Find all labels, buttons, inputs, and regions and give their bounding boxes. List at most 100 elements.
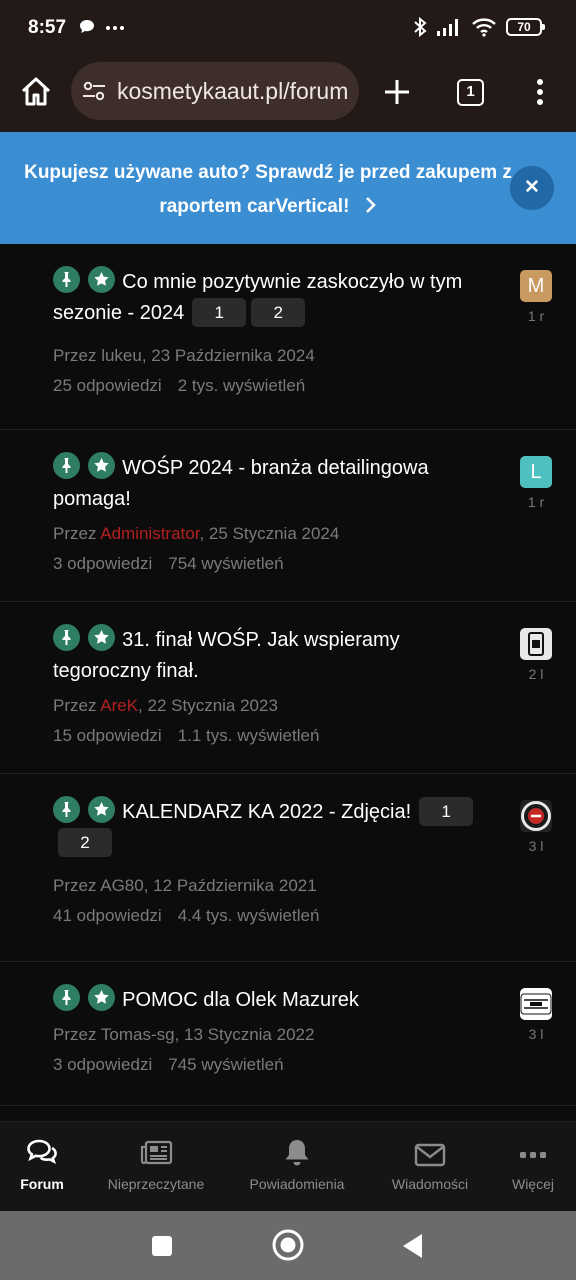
- page-link[interactable]: 2: [251, 298, 306, 327]
- nav-label: Wiadomości: [391, 1176, 469, 1192]
- wifi-icon: [472, 18, 496, 37]
- browser-toolbar: kosmetykaaut.pl/forum 1: [0, 58, 576, 132]
- chat-bubbles-icon: [26, 1138, 58, 1171]
- thread-author[interactable]: AG80: [100, 876, 143, 895]
- back-icon[interactable]: [400, 1232, 424, 1260]
- reply-count: 41 odpowiedzi: [53, 906, 162, 925]
- status-time: 8:57: [28, 17, 67, 38]
- page-link[interactable]: 1: [419, 797, 474, 826]
- last-poster-avatar[interactable]: L: [520, 456, 552, 488]
- thread-stats: 3 odpowiedzi 754 wyświetleń: [53, 549, 486, 579]
- bluetooth-icon: [414, 16, 427, 38]
- home-circle-icon[interactable]: [271, 1228, 305, 1262]
- thread-meta: Przez Tomas-sg, 13 Stycznia 2022: [53, 1025, 315, 1044]
- view-count: 745 wyświetleń: [168, 1055, 284, 1074]
- thread-title-line: POMOC dla Olek Mazurek: [53, 984, 486, 1016]
- browser-menu-icon[interactable]: [528, 76, 552, 108]
- pin-icon: [53, 452, 80, 479]
- reply-count: 15 odpowiedzi: [53, 726, 162, 745]
- nav-nieprzeczytane[interactable]: Nieprzeczytane: [94, 1122, 218, 1212]
- thread-meta: Przez AG80, 12 Października 2021: [53, 876, 317, 895]
- page-link[interactable]: 1: [192, 298, 247, 327]
- thread-title-line: WOŚP 2024 - branża detailingowa pomaga!: [53, 452, 486, 515]
- last-post-age: 2 l: [528, 666, 544, 682]
- star-icon: [87, 624, 115, 651]
- view-count: 1.1 tys. wyświetleń: [177, 726, 320, 745]
- star-icon: [87, 452, 115, 479]
- last-post-age: 1 r: [527, 308, 545, 324]
- thread-stats: 25 odpowiedzi 2 tys. wyświetleń: [53, 371, 486, 401]
- nav-forum[interactable]: Forum: [0, 1122, 84, 1212]
- thread-body: 31. finał WOŚP. Jak wspieramy tegoroczny…: [53, 624, 486, 751]
- more-dots-icon: [518, 1148, 548, 1166]
- promo-banner[interactable]: Kupujesz używane auto? Sprawdź je przed …: [0, 132, 576, 244]
- thread-title[interactable]: POMOC dla Olek Mazurek: [122, 989, 359, 1011]
- page-link[interactable]: 2: [58, 828, 112, 857]
- reply-count: 25 odpowiedzi: [53, 376, 162, 395]
- tab-switcher-button[interactable]: 1: [457, 79, 484, 106]
- nav-label: Nieprzeczytane: [107, 1176, 205, 1192]
- view-count: 2 tys. wyświetleń: [177, 376, 306, 395]
- pin-icon: [53, 266, 80, 293]
- pin-icon: [53, 984, 80, 1011]
- star-icon: [87, 984, 115, 1011]
- envelope-icon: [414, 1142, 446, 1173]
- star-icon: [87, 796, 115, 823]
- thread-body: KALENDARZ KA 2022 - Zdjęcia! 1 2 Przez AG8…: [53, 796, 486, 931]
- thread-row[interactable]: 31. finał WOŚP. Jak wspieramy tegoroczny…: [0, 602, 576, 774]
- more-dots-icon: [106, 26, 125, 30]
- recents-icon[interactable]: [150, 1234, 174, 1258]
- status-bar: 8:57 70: [0, 0, 576, 58]
- last-post-age: 3 l: [528, 838, 544, 854]
- nav-label: Więcej: [511, 1176, 554, 1192]
- thread-row[interactable]: Co mnie pozytywnie zaskoczyło w tym sezo…: [0, 244, 576, 430]
- last-poster-avatar[interactable]: [520, 800, 552, 832]
- system-navigation-bar: [0, 1211, 576, 1280]
- thread-body: Co mnie pozytywnie zaskoczyło w tym sezo…: [53, 266, 486, 401]
- battery-indicator: 70: [506, 18, 545, 36]
- bottom-navigation: Forum Nieprzeczytane Powiadomienia Wiado…: [0, 1121, 576, 1211]
- thread-title-line: Co mnie pozytywnie zaskoczyło w tym sezo…: [53, 266, 486, 329]
- last-poster-avatar[interactable]: [520, 988, 552, 1020]
- thread-title-line: 31. finał WOŚP. Jak wspieramy tegoroczny…: [53, 624, 486, 687]
- promo-banner-text[interactable]: Kupujesz używane auto? Sprawdź je przed …: [18, 156, 518, 224]
- view-count: 4.4 tys. wyświetleń: [177, 906, 320, 925]
- thread-author[interactable]: Tomas-sg: [101, 1025, 175, 1044]
- thread-author[interactable]: Administrator: [100, 524, 199, 543]
- thread-stats: 3 odpowiedzi 745 wyświetleń: [53, 1050, 486, 1080]
- reply-count: 3 odpowiedzi: [53, 554, 153, 573]
- thread-body: POMOC dla Olek Mazurek Przez Tomas-sg, 1…: [53, 984, 486, 1080]
- nav-label: Forum: [20, 1176, 64, 1192]
- new-tab-icon[interactable]: [381, 76, 413, 108]
- last-post-age: 3 l: [528, 1026, 544, 1042]
- status-notification-icons: [78, 17, 125, 38]
- thread-title-line: KALENDARZ KA 2022 - Zdjęcia! 1 2: [53, 796, 486, 859]
- thread-author[interactable]: AreK: [100, 696, 138, 715]
- home-icon[interactable]: [18, 74, 54, 110]
- thread-meta: Przez Administrator, 25 Stycznia 2024: [53, 524, 340, 543]
- url-bar[interactable]: kosmetykaaut.pl/forum: [71, 62, 359, 120]
- star-icon: [87, 266, 115, 293]
- chevron-right-icon: [365, 197, 376, 213]
- nav-label: Powiadomienia: [249, 1176, 345, 1192]
- thread-stats: 15 odpowiedzi 1.1 tys. wyświetleń: [53, 721, 486, 751]
- site-settings-icon[interactable]: [81, 78, 107, 104]
- thread-list: Co mnie pozytywnie zaskoczyło w tym sezo…: [0, 244, 576, 1106]
- nav-powiadomienia[interactable]: Powiadomienia: [240, 1122, 354, 1212]
- thread-row[interactable]: KALENDARZ KA 2022 - Zdjęcia! 1 2 Przez AG8…: [0, 774, 576, 962]
- thread-title[interactable]: KALENDARZ KA 2022 - Zdjęcia!: [122, 801, 411, 823]
- nav-więcej[interactable]: Więcej: [496, 1122, 570, 1212]
- close-banner-button[interactable]: ✕: [510, 166, 554, 210]
- thread-meta: Przez lukeu, 23 Października 2024: [53, 346, 315, 365]
- last-poster-avatar[interactable]: [520, 628, 552, 660]
- signal-icon: [437, 19, 458, 36]
- thread-stats: 41 odpowiedzi 4.4 tys. wyświetleń: [53, 901, 486, 931]
- nav-wiadomości[interactable]: Wiadomości: [380, 1122, 480, 1212]
- last-poster-avatar[interactable]: M: [520, 270, 552, 302]
- url-text: kosmetykaaut.pl/forum: [117, 78, 349, 104]
- last-post-age: 1 r: [527, 494, 545, 510]
- thread-author[interactable]: lukeu: [101, 346, 142, 365]
- thread-row[interactable]: WOŚP 2024 - branża detailingowa pomaga! …: [0, 430, 576, 602]
- thread-row[interactable]: POMOC dla Olek Mazurek Przez Tomas-sg, 1…: [0, 962, 576, 1106]
- reply-count: 3 odpowiedzi: [53, 1055, 153, 1074]
